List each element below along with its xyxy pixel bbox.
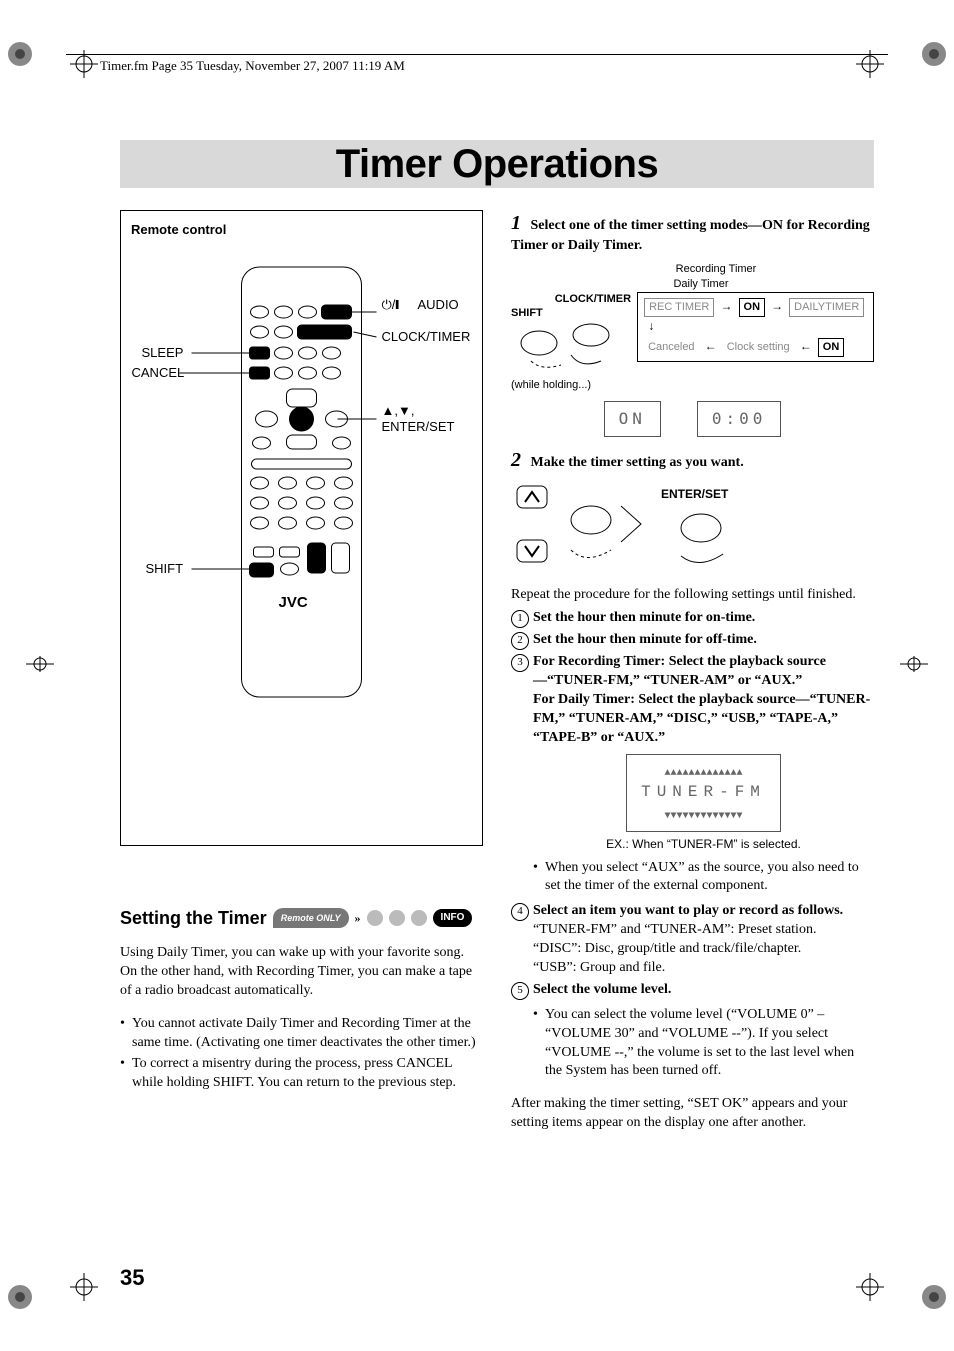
while-holding-label: (while holding...) bbox=[511, 378, 631, 393]
clock-timer-label: CLOCK/TIMER bbox=[511, 292, 631, 307]
flow-daily-timer: DAILYTIMER bbox=[789, 298, 864, 318]
daily-timer-heading: Daily Timer bbox=[651, 277, 751, 292]
aux-note: When you select “AUX” as the source, you… bbox=[533, 859, 874, 897]
substep-list: 1Set the hour then minute for on-time. 2… bbox=[511, 609, 874, 1081]
header-rule bbox=[66, 54, 888, 55]
substep-1: Set the hour then minute for on-time. bbox=[533, 610, 755, 625]
bullet: You cannot activate Daily Timer and Reco… bbox=[120, 1015, 483, 1053]
label-shift: SHIFT bbox=[146, 561, 184, 576]
substep4-line: “TUNER-FM” and “TUNER-AM”: Preset statio… bbox=[533, 921, 874, 940]
step-1: 1 Select one of the timer setting modes—… bbox=[511, 210, 874, 437]
right-column: 1 Select one of the timer setting modes—… bbox=[511, 210, 874, 1147]
substep-3a: For Recording Timer: Select the playback… bbox=[533, 654, 826, 688]
info-badge: INFO bbox=[433, 909, 473, 927]
chapter-title: Timer Operations bbox=[336, 142, 658, 187]
svg-text:▲,▼,: ▲,▼, bbox=[382, 403, 415, 418]
label-audio: AUDIO bbox=[418, 297, 459, 312]
step-2: 2 Make the timer setting as you want. EN… bbox=[511, 447, 874, 1082]
substep-2: Set the hour then minute for off-time. bbox=[533, 632, 757, 647]
after-note: After making the timer setting, “SET OK”… bbox=[511, 1095, 874, 1133]
shift-label: SHIFT bbox=[511, 306, 631, 321]
page-number: 35 bbox=[120, 1265, 144, 1291]
substep-3b: For Daily Timer: Select the playback sou… bbox=[533, 692, 870, 745]
intro-bullets: You cannot activate Daily Timer and Reco… bbox=[120, 1015, 483, 1093]
substep4-line: “DISC”: Disc, group/title and track/file… bbox=[533, 940, 874, 959]
compat-dot-icon bbox=[389, 910, 405, 926]
step-lead: Make the timer setting as you want. bbox=[531, 455, 744, 470]
compat-dot-icon bbox=[367, 910, 383, 926]
section-heading-row: Setting the Timer Remote ONLY » INFO bbox=[120, 906, 483, 930]
substep4-line: “USB”: Group and file. bbox=[533, 959, 874, 978]
lcd-on: ON bbox=[604, 401, 661, 437]
remote-control-figure: Remote control bbox=[120, 210, 483, 846]
step-number: 2 bbox=[511, 449, 521, 471]
step-number: 1 bbox=[511, 212, 521, 234]
svg-text:ENTER/SET: ENTER/SET bbox=[661, 487, 729, 501]
crop-mark-icon bbox=[920, 40, 948, 68]
compat-dot-icon bbox=[411, 910, 427, 926]
left-column: Remote control bbox=[120, 210, 483, 1147]
crop-mark-icon bbox=[6, 1283, 34, 1311]
flow-clock-setting: Clock setting bbox=[723, 339, 794, 357]
svg-text:⏻/❙: ⏻/❙ bbox=[382, 297, 400, 312]
press-buttons-icon bbox=[511, 321, 631, 371]
registration-icon bbox=[70, 1273, 98, 1301]
example-caption: EX.: When “TUNER-FM” is selected. bbox=[533, 836, 874, 852]
volume-note: You can select the volume level (“VOLUME… bbox=[533, 1006, 874, 1082]
side-mark-icon bbox=[26, 650, 54, 678]
lcd-time: 0:00 bbox=[697, 401, 782, 437]
crop-mark-icon bbox=[6, 40, 34, 68]
lcd-display-row: ON 0:00 bbox=[511, 401, 874, 437]
step-lead: Select one of the timer setting modes—ON… bbox=[511, 218, 870, 253]
flow-rec-timer: REC TIMER bbox=[644, 298, 714, 318]
remote-brand: JVC bbox=[279, 594, 308, 611]
repeat-note: Repeat the procedure for the following s… bbox=[511, 586, 874, 605]
remote-only-badge: Remote ONLY bbox=[273, 908, 349, 928]
content-area: Timer Operations Remote control bbox=[120, 140, 874, 1261]
substep-4: Select an item you want to play or recor… bbox=[533, 903, 843, 918]
side-mark-icon bbox=[900, 650, 928, 678]
manual-page: Timer.fm Page 35 Tuesday, November 27, 2… bbox=[0, 0, 954, 1351]
flow-on: ON bbox=[739, 298, 766, 318]
remote-control-diagram: JVC ⏻/❙ AUDIO CLOCK/TIMER SLEEP CANC bbox=[131, 247, 472, 807]
intro-paragraph: Using Daily Timer, you can wake up with … bbox=[120, 944, 483, 1001]
lcd-source-text: TUNER-FM bbox=[641, 783, 766, 801]
header-text: Timer.fm Page 35 Tuesday, November 27, 2… bbox=[100, 58, 405, 74]
registration-icon bbox=[856, 1273, 884, 1301]
step2-diagram: ENTER/SET bbox=[511, 480, 874, 577]
label-enter-set: ENTER/SET bbox=[382, 419, 455, 434]
rec-timer-heading: Recording Timer bbox=[651, 262, 781, 277]
flow-canceled: Canceled bbox=[644, 339, 698, 357]
label-sleep: SLEEP bbox=[142, 345, 184, 360]
label-clock-timer: CLOCK/TIMER bbox=[382, 329, 471, 344]
section-title: Setting the Timer bbox=[120, 906, 267, 930]
lcd-source: ▲▲▲▲▲▲▲▲▲▲▲▲▲ TUNER-FM ▼▼▼▼▼▼▼▼▼▼▼▼▼ bbox=[626, 754, 781, 833]
bullet: To correct a misentry during the process… bbox=[120, 1055, 483, 1093]
chapter-title-bar: Timer Operations bbox=[120, 140, 874, 188]
substep-5: Select the volume level. bbox=[533, 982, 671, 997]
remote-caption: Remote control bbox=[131, 221, 472, 239]
step1-diagram: Recording Timer Daily Timer CLOCK/TIMER … bbox=[511, 262, 874, 437]
label-cancel: CANCEL bbox=[132, 365, 185, 380]
crop-mark-icon bbox=[920, 1283, 948, 1311]
flow-on2: ON bbox=[818, 338, 845, 358]
